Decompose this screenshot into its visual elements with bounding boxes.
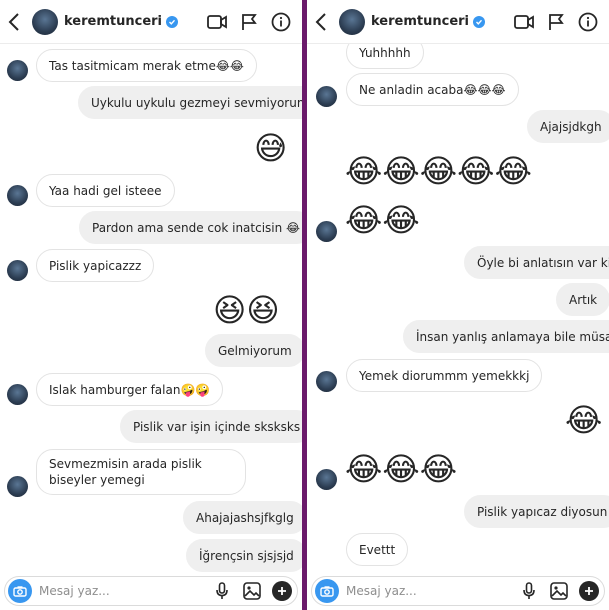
message-outgoing: İnsan yanlış anlamaya bile müsait	[403, 320, 609, 353]
sender-avatar[interactable]	[316, 371, 337, 392]
sender-avatar[interactable]	[316, 221, 337, 242]
emoji-message: 😂	[565, 401, 603, 439]
message-incoming: Pislik yapicazzz	[36, 249, 155, 282]
sender-avatar[interactable]	[7, 185, 28, 206]
message-outgoing: Öyle bi anlatısın var ki	[464, 246, 609, 279]
flag-icon[interactable]	[545, 11, 567, 33]
gallery-icon[interactable]	[549, 581, 569, 601]
sender-avatar[interactable]	[7, 60, 28, 81]
chat-header: keremtunceri	[0, 0, 302, 44]
microphone-icon[interactable]	[212, 581, 232, 601]
video-call-icon[interactable]	[513, 11, 535, 33]
verified-badge-icon	[473, 15, 486, 28]
header-username[interactable]: keremtunceri	[371, 14, 469, 29]
message-input[interactable]: Mesaj yaz...	[346, 584, 417, 598]
flag-icon[interactable]	[238, 11, 260, 33]
message-incoming: Evettt	[346, 533, 409, 566]
message-incoming: Yemek diorummm yemekkkj	[346, 359, 543, 392]
message-outgoing: Uykulu uykulu gezmeyi sevmiyorum	[78, 86, 302, 119]
emoji-message: 😂😂😂	[345, 450, 458, 488]
emoji-message: 😆😆	[213, 291, 280, 329]
message-input[interactable]: Mesaj yaz...	[39, 584, 110, 598]
back-icon[interactable]	[0, 0, 28, 44]
message-composer: Mesaj yaz...	[4, 576, 298, 606]
header-avatar[interactable]	[32, 8, 58, 35]
message-outgoing: İğrençsin sjsjsjd	[186, 539, 302, 572]
message-incoming: Sevmezmisin arada pislik biseyler yemegi	[36, 449, 246, 495]
verified-badge-icon	[166, 15, 179, 28]
add-icon[interactable]	[579, 581, 599, 601]
info-icon[interactable]	[577, 11, 599, 33]
message-outgoing: Pardon ama sende cok inatcisin 😂	[79, 211, 302, 244]
sender-avatar[interactable]	[7, 384, 28, 405]
sender-avatar[interactable]	[7, 260, 28, 281]
message-incoming: Islak hamburger falan🤪🤪	[36, 373, 224, 406]
message-incoming: Tas tasitmicam merak etme😂😂	[36, 49, 257, 82]
emoji-message: 😂😂	[345, 201, 420, 239]
message-outgoing: Ajajsjdkgh	[527, 110, 609, 143]
sender-avatar[interactable]	[7, 476, 28, 497]
message-incoming: Ne anladin acaba😂😂😂	[346, 73, 519, 106]
message-outgoing: Artık	[556, 283, 609, 316]
sender-avatar[interactable]	[316, 86, 337, 107]
info-icon[interactable]	[270, 11, 292, 33]
header-username[interactable]: keremtunceri	[64, 14, 162, 29]
message-outgoing: Ahajajashsjfkglg	[183, 501, 302, 534]
chat-panel-left: keremtunceri Tas tasitmicam merak etme😂😂…	[0, 0, 302, 610]
sender-avatar[interactable]	[316, 469, 337, 490]
camera-icon[interactable]	[315, 579, 339, 603]
video-call-icon[interactable]	[206, 11, 228, 33]
chat-panel-right: keremtunceri Yuhhhhh Ne anladin acaba😂😂😂…	[307, 0, 609, 610]
emoji-message: 😂😂😂😂😂	[345, 152, 532, 190]
message-incoming: Yaa hadi gel isteee	[36, 174, 175, 207]
emoji-message: 😅	[254, 129, 288, 167]
message-outgoing: Pislik var işin içinde sksksks	[120, 410, 302, 443]
back-icon[interactable]	[307, 0, 335, 44]
message-outgoing: Gelmiyorum	[205, 334, 302, 367]
gallery-icon[interactable]	[242, 581, 262, 601]
camera-icon[interactable]	[8, 579, 32, 603]
message-composer: Mesaj yaz...	[311, 576, 605, 606]
add-icon[interactable]	[272, 581, 292, 601]
header-avatar[interactable]	[339, 8, 365, 35]
message-outgoing: Pislik yapıcaz diyosun	[464, 495, 609, 528]
chat-header: keremtunceri	[307, 0, 609, 44]
microphone-icon[interactable]	[519, 581, 539, 601]
